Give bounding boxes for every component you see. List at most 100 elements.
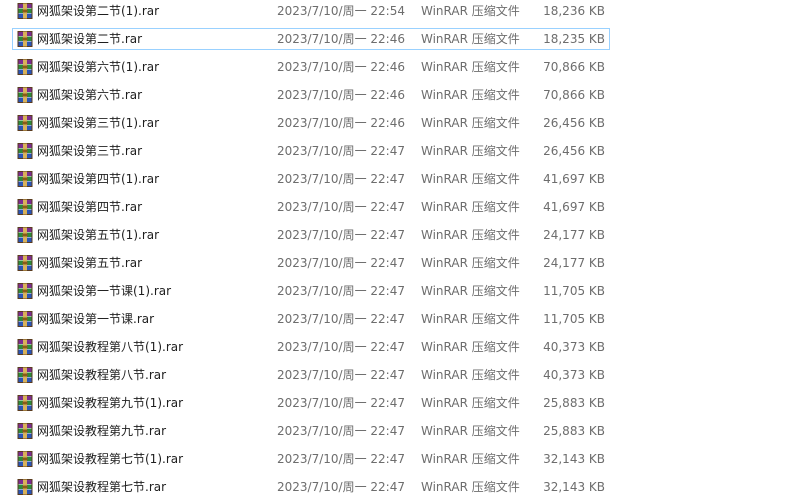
file-name: 网狐架设第五节(1).rar	[37, 228, 160, 242]
file-type: WinRAR 压缩文件	[421, 60, 520, 74]
winrar-archive-icon	[17, 31, 33, 47]
file-row[interactable]: 网狐架设第六节(1).rar 2023/7/10/周一 22:46 WinRAR 压…	[12, 56, 610, 78]
winrar-archive-icon	[17, 115, 33, 131]
file-row[interactable]: 网狐架设教程第九节.rar 2023/7/10/周一 22:47 WinRAR 压缩…	[12, 420, 610, 442]
file-name: 网狐架设第六节.rar	[37, 88, 143, 102]
file-modified-date: 2023/7/10/周一 22:47	[277, 312, 405, 326]
file-type: WinRAR 压缩文件	[421, 452, 520, 466]
file-modified-date: 2023/7/10/周一 22:47	[277, 256, 405, 270]
file-type: WinRAR 压缩文件	[421, 32, 520, 46]
file-size: 40,373 KB	[543, 368, 605, 382]
file-type: WinRAR 压缩文件	[421, 284, 520, 298]
file-size: 25,883 KB	[543, 396, 605, 410]
file-name: 网狐架设教程第九节(1).rar	[37, 396, 184, 410]
file-size: 26,456 KB	[543, 144, 605, 158]
file-name: 网狐架设第四节.rar	[37, 200, 143, 214]
file-size: 41,697 KB	[543, 172, 605, 186]
file-type: WinRAR 压缩文件	[421, 256, 520, 270]
file-row[interactable]: 网狐架设教程第八节(1).rar 2023/7/10/周一 22:47 WinRAR…	[12, 336, 610, 358]
file-size: 18,236 KB	[543, 4, 605, 18]
file-modified-date: 2023/7/10/周一 22:47	[277, 172, 405, 186]
file-modified-date: 2023/7/10/周一 22:46	[277, 88, 405, 102]
file-size: 41,697 KB	[543, 200, 605, 214]
file-row[interactable]: 网狐架设第三节.rar 2023/7/10/周一 22:47 WinRAR 压缩文件…	[12, 140, 610, 162]
file-size: 26,456 KB	[543, 116, 605, 130]
winrar-archive-icon	[17, 339, 33, 355]
winrar-archive-icon	[17, 87, 33, 103]
file-size: 24,177 KB	[543, 228, 605, 242]
file-type: WinRAR 压缩文件	[421, 200, 520, 214]
file-name: 网狐架设第一节课.rar	[37, 312, 155, 326]
file-name: 网狐架设第五节.rar	[37, 256, 143, 270]
file-row[interactable]: 网狐架设教程第八节.rar 2023/7/10/周一 22:47 WinRAR 压缩…	[12, 364, 610, 386]
file-name: 网狐架设教程第八节(1).rar	[37, 340, 184, 354]
file-modified-date: 2023/7/10/周一 22:47	[277, 200, 405, 214]
file-modified-date: 2023/7/10/周一 22:47	[277, 144, 405, 158]
file-type: WinRAR 压缩文件	[421, 144, 520, 158]
file-row[interactable]: 网狐架设第六节.rar 2023/7/10/周一 22:46 WinRAR 压缩文件…	[12, 84, 610, 106]
winrar-archive-icon	[17, 423, 33, 439]
file-size: 40,373 KB	[543, 340, 605, 354]
winrar-archive-icon	[17, 367, 33, 383]
winrar-archive-icon	[17, 395, 33, 411]
file-modified-date: 2023/7/10/周一 22:47	[277, 452, 405, 466]
file-row[interactable]: 网狐架设第二节(1).rar 2023/7/10/周一 22:54 WinRAR 压…	[12, 0, 610, 22]
file-name: 网狐架设第四节(1).rar	[37, 172, 160, 186]
file-row[interactable]: 网狐架设第三节(1).rar 2023/7/10/周一 22:46 WinRAR 压…	[12, 112, 610, 134]
file-modified-date: 2023/7/10/周一 22:47	[277, 480, 405, 494]
file-modified-date: 2023/7/10/周一 22:47	[277, 424, 405, 438]
file-size: 11,705 KB	[543, 284, 605, 298]
winrar-archive-icon	[17, 59, 33, 75]
file-type: WinRAR 压缩文件	[421, 340, 520, 354]
file-name: 网狐架设教程第七节(1).rar	[37, 452, 184, 466]
file-row[interactable]: 网狐架设第五节(1).rar 2023/7/10/周一 22:47 WinRAR 压…	[12, 224, 610, 246]
file-type: WinRAR 压缩文件	[421, 396, 520, 410]
winrar-archive-icon	[17, 199, 33, 215]
file-row[interactable]: 网狐架设第四节(1).rar 2023/7/10/周一 22:47 WinRAR 压…	[12, 168, 610, 190]
file-size: 24,177 KB	[543, 256, 605, 270]
winrar-archive-icon	[17, 227, 33, 243]
file-row[interactable]: 网狐架设第一节课(1).rar 2023/7/10/周一 22:47 WinRAR …	[12, 280, 610, 302]
file-row[interactable]: 网狐架设教程第七节(1).rar 2023/7/10/周一 22:47 WinRAR…	[12, 448, 610, 470]
winrar-archive-icon	[17, 255, 33, 271]
file-name: 网狐架设教程第七节.rar	[37, 480, 167, 494]
file-modified-date: 2023/7/10/周一 22:47	[277, 284, 405, 298]
file-type: WinRAR 压缩文件	[421, 228, 520, 242]
file-type: WinRAR 压缩文件	[421, 312, 520, 326]
file-name: 网狐架设教程第八节.rar	[37, 368, 167, 382]
file-type: WinRAR 压缩文件	[421, 368, 520, 382]
file-type: WinRAR 压缩文件	[421, 88, 520, 102]
file-type: WinRAR 压缩文件	[421, 172, 520, 186]
winrar-archive-icon	[17, 451, 33, 467]
file-name: 网狐架设第二节.rar	[37, 32, 143, 46]
file-name: 网狐架设第六节(1).rar	[37, 60, 160, 74]
file-row[interactable]: 网狐架设第五节.rar 2023/7/10/周一 22:47 WinRAR 压缩文件…	[12, 252, 610, 274]
file-name: 网狐架设第二节(1).rar	[37, 4, 160, 18]
file-size: 32,143 KB	[543, 452, 605, 466]
file-name: 网狐架设第三节.rar	[37, 144, 143, 158]
winrar-archive-icon	[17, 283, 33, 299]
file-row[interactable]: 网狐架设第二节.rar 2023/7/10/周一 22:46 WinRAR 压缩文件…	[12, 28, 610, 50]
file-name: 网狐架设教程第九节.rar	[37, 424, 167, 438]
file-type: WinRAR 压缩文件	[421, 424, 520, 438]
file-modified-date: 2023/7/10/周一 22:47	[277, 368, 405, 382]
file-row[interactable]: 网狐架设第一节课.rar 2023/7/10/周一 22:47 WinRAR 压缩文…	[12, 308, 610, 330]
file-type: WinRAR 压缩文件	[421, 4, 520, 18]
winrar-archive-icon	[17, 171, 33, 187]
file-row[interactable]: 网狐架设教程第七节.rar 2023/7/10/周一 22:47 WinRAR 压缩…	[12, 476, 610, 498]
file-modified-date: 2023/7/10/周一 22:47	[277, 396, 405, 410]
file-modified-date: 2023/7/10/周一 22:46	[277, 116, 405, 130]
file-modified-date: 2023/7/10/周一 22:46	[277, 60, 405, 74]
file-name: 网狐架设第三节(1).rar	[37, 116, 160, 130]
file-size: 70,866 KB	[543, 88, 605, 102]
file-size: 11,705 KB	[543, 312, 605, 326]
file-row[interactable]: 网狐架设第四节.rar 2023/7/10/周一 22:47 WinRAR 压缩文件…	[12, 196, 610, 218]
file-name: 网狐架设第一节课(1).rar	[37, 284, 172, 298]
winrar-archive-icon	[17, 3, 33, 19]
file-modified-date: 2023/7/10/周一 22:47	[277, 340, 405, 354]
file-modified-date: 2023/7/10/周一 22:47	[277, 228, 405, 242]
file-row[interactable]: 网狐架设教程第九节(1).rar 2023/7/10/周一 22:47 WinRAR…	[12, 392, 610, 414]
file-size: 32,143 KB	[543, 480, 605, 494]
file-modified-date: 2023/7/10/周一 22:46	[277, 32, 405, 46]
winrar-archive-icon	[17, 311, 33, 327]
